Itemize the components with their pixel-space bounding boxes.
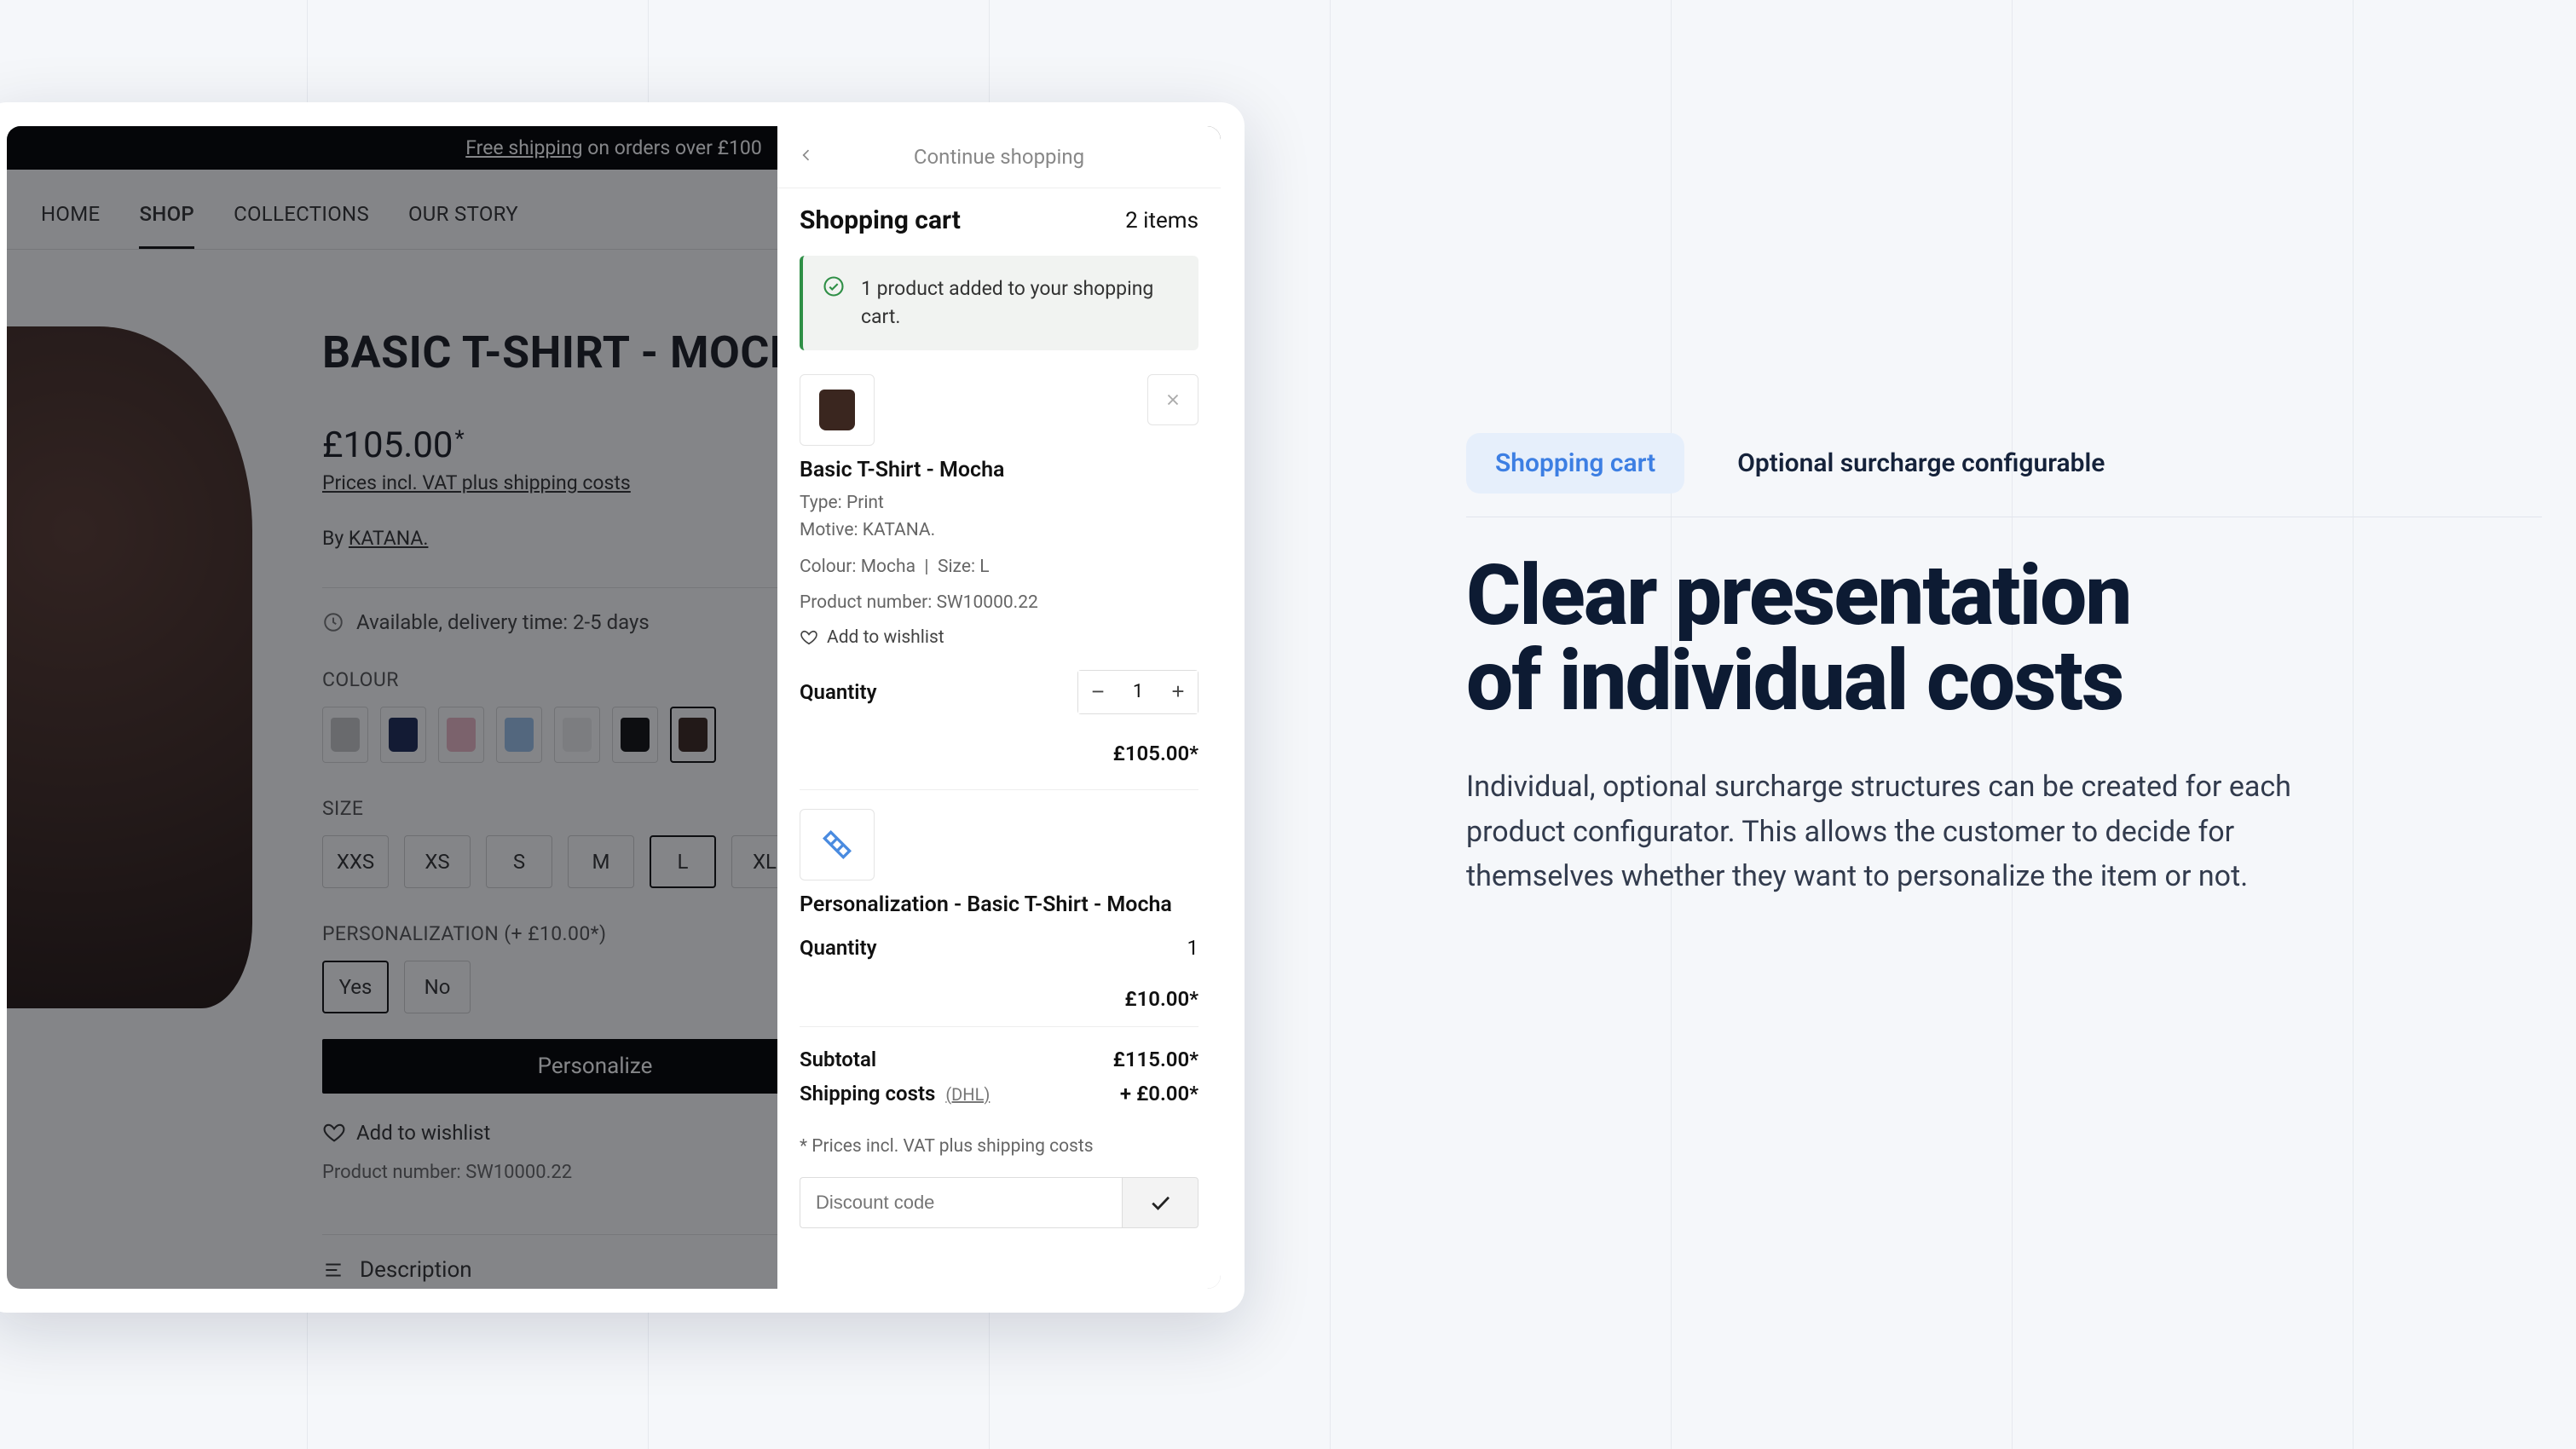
marketing-body: Individual, optional surcharge structure… <box>1466 765 2336 899</box>
added-to-cart-banner: 1 product added to your shopping cart. <box>800 256 1198 350</box>
quantity-label: Quantity <box>800 680 877 704</box>
qty-increase-button[interactable]: + <box>1158 671 1198 713</box>
app-window: Free shipping on orders over £100 HOME S… <box>0 102 1245 1313</box>
subtotal-value: £115.00* <box>1113 1048 1198 1071</box>
shipping-carrier-link[interactable]: (DHL) <box>945 1084 990 1105</box>
close-icon <box>1164 390 1182 409</box>
cart-count: 2 items <box>1125 208 1198 234</box>
marketing-column: Shopping cart Optional surcharge configu… <box>1466 433 2404 899</box>
cart-item-name: Personalization - Basic T-Shirt - Mocha <box>800 892 1198 917</box>
check-circle-icon <box>822 274 846 298</box>
cart-drawer: Continue shopping Shopping cart 2 items … <box>777 126 1221 1289</box>
subtotal-label: Subtotal <box>800 1048 876 1071</box>
cart-item-price: £10.00* <box>800 987 1198 1026</box>
marketing-headline: Clear presentation of individual costs <box>1466 553 2404 724</box>
qty-decrease-button[interactable]: − <box>1078 671 1118 713</box>
back-button[interactable] <box>798 145 815 169</box>
apply-discount-button[interactable] <box>1122 1177 1198 1228</box>
cart-item-thumbnail <box>800 809 875 880</box>
tab-surcharge[interactable]: Optional surcharge configurable <box>1708 433 2134 494</box>
shipping-value: + £0.00* <box>1120 1082 1198 1106</box>
cart-item-attributes: Type: Print Motive: KATANA. Colour: Moch… <box>800 489 1198 617</box>
cart-add-wishlist[interactable]: Add to wishlist <box>800 627 1198 648</box>
cart-totals: Subtotal £115.00* Shipping costs (DHL) +… <box>800 1026 1198 1111</box>
quantity-stepper[interactable]: − 1 + <box>1077 670 1198 714</box>
qty-value: 1 <box>1118 681 1158 702</box>
check-icon <box>1147 1190 1173 1215</box>
shipping-label: Shipping costs <box>800 1082 935 1106</box>
qty-value: 1 <box>1187 936 1199 960</box>
tab-shopping-cart[interactable]: Shopping cart <box>1466 433 1684 494</box>
cart-item-name: Basic T-Shirt - Mocha <box>800 458 1198 482</box>
feature-tabs: Shopping cart Optional surcharge configu… <box>1466 433 2404 494</box>
cart-title: Shopping cart <box>800 205 961 235</box>
heart-icon <box>800 628 818 647</box>
personalization-icon <box>818 826 856 863</box>
quantity-label: Quantity <box>800 936 877 960</box>
continue-shopping-label: Continue shopping <box>777 145 1221 169</box>
cart-item-thumbnail <box>800 374 875 446</box>
chevron-left-icon <box>798 147 815 164</box>
vat-footnote: * Prices incl. VAT plus shipping costs <box>800 1136 1198 1157</box>
cart-item-price: £105.00* <box>800 742 1198 790</box>
discount-code-input[interactable] <box>800 1177 1122 1228</box>
remove-item-button[interactable] <box>1147 374 1198 425</box>
